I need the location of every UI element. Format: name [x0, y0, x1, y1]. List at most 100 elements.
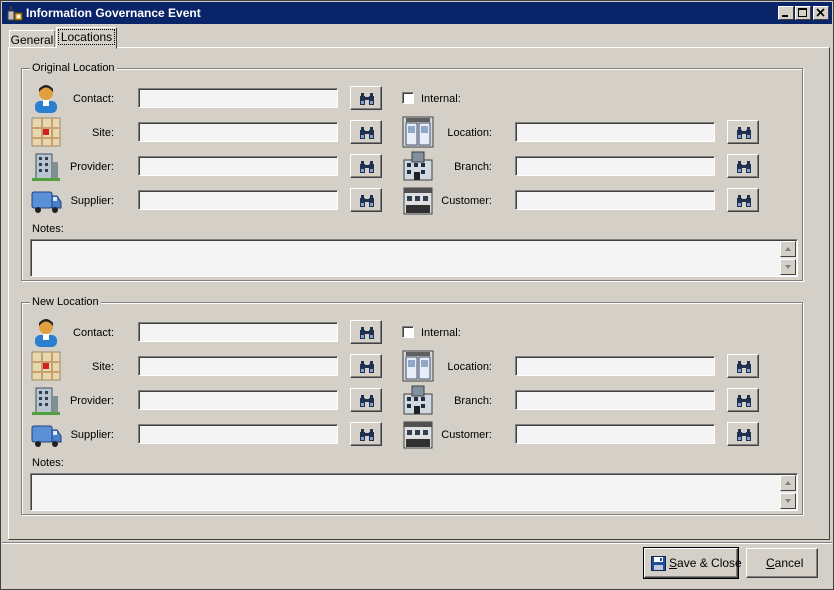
- new-customer-field[interactable]: [515, 424, 715, 444]
- arrow-down-icon: [785, 265, 791, 269]
- save-close-button[interactable]: Save & Close: [643, 547, 742, 579]
- binoculars-icon: [737, 195, 751, 207]
- new-location-field[interactable]: [515, 356, 715, 376]
- new-contact-label: Contact:: [73, 327, 114, 339]
- new-supplier-find-button[interactable]: [350, 422, 382, 446]
- new-internal-checkbox[interactable]: [402, 326, 414, 338]
- original-customer-field[interactable]: [515, 190, 715, 210]
- new-site-find-button[interactable]: [350, 354, 382, 378]
- new-provider-field[interactable]: [138, 390, 338, 410]
- new-customer-find-button[interactable]: [727, 422, 759, 446]
- maximize-button[interactable]: [795, 6, 811, 20]
- binoculars-icon: [360, 429, 374, 441]
- app-icon: [7, 6, 23, 21]
- original-location-group: Original Location Contact: Internal: Sit…: [21, 62, 803, 281]
- cancel-button[interactable]: Cancel: [746, 548, 818, 578]
- new-branch-label: Branch:: [454, 395, 492, 407]
- window-title: Information Governance Event: [26, 6, 201, 20]
- binoculars-icon: [737, 429, 751, 441]
- original-contact-field[interactable]: [138, 88, 338, 108]
- original-branch-label: Branch:: [454, 161, 492, 173]
- office-icon: [403, 385, 433, 415]
- new-notes-label: Notes:: [32, 457, 64, 469]
- original-branch-field[interactable]: [515, 156, 715, 176]
- new-branch-field[interactable]: [515, 390, 715, 410]
- new-provider-label: Provider:: [69, 395, 114, 407]
- original-provider-field[interactable]: [138, 156, 338, 176]
- new-notes-scrollbar[interactable]: [780, 475, 796, 509]
- original-site-find-button[interactable]: [350, 120, 382, 144]
- close-icon: [816, 8, 825, 17]
- storefront-icon: [403, 187, 433, 215]
- new-contact-field[interactable]: [138, 322, 338, 342]
- minimize-button[interactable]: [778, 6, 794, 20]
- original-contact-label: Contact:: [73, 93, 114, 105]
- original-supplier-label: Supplier:: [70, 195, 114, 207]
- original-contact-find-button[interactable]: [350, 86, 382, 110]
- footer-separator: [2, 542, 832, 544]
- new-location-legend: New Location: [30, 296, 101, 308]
- new-notes-textarea[interactable]: [30, 473, 798, 511]
- doors-icon: [402, 350, 434, 382]
- new-site-field[interactable]: [138, 356, 338, 376]
- cancel-label: Cancel: [766, 556, 804, 570]
- binoculars-icon: [360, 93, 374, 105]
- binoculars-icon: [737, 127, 751, 139]
- new-contact-find-button[interactable]: [350, 320, 382, 344]
- title-bar[interactable]: Information Governance Event: [2, 2, 832, 24]
- tab-general-label: General: [10, 33, 54, 47]
- scroll-down-button[interactable]: [780, 259, 796, 275]
- locations-panel: Original Location Contact: Internal: Sit…: [8, 47, 830, 540]
- binoculars-icon: [360, 161, 374, 173]
- binoculars-icon: [360, 127, 374, 139]
- tab-general[interactable]: General: [9, 30, 55, 48]
- tab-locations[interactable]: Locations: [56, 27, 117, 49]
- scroll-up-button[interactable]: [780, 475, 796, 491]
- new-location-group: New Location Contact: Internal: Site: Lo…: [21, 296, 803, 515]
- storefront-icon: [403, 421, 433, 449]
- dialog-window: Information Governance Event General Loc…: [0, 0, 834, 590]
- minimize-icon: [782, 15, 788, 17]
- original-provider-label: Provider:: [69, 161, 114, 173]
- new-customer-label: Customer:: [441, 429, 492, 441]
- original-location-find-button[interactable]: [727, 120, 759, 144]
- original-customer-label: Customer:: [441, 195, 492, 207]
- scroll-up-button[interactable]: [780, 241, 796, 257]
- original-notes-label: Notes:: [32, 223, 64, 235]
- scroll-down-button[interactable]: [780, 493, 796, 509]
- floppy-disk-icon: [651, 556, 666, 571]
- binoculars-icon: [737, 161, 751, 173]
- binoculars-icon: [360, 395, 374, 407]
- arrow-up-icon: [785, 481, 791, 485]
- new-supplier-field[interactable]: [138, 424, 338, 444]
- binoculars-icon: [360, 195, 374, 207]
- new-branch-find-button[interactable]: [727, 388, 759, 412]
- binoculars-icon: [360, 327, 374, 339]
- original-location-field[interactable]: [515, 122, 715, 142]
- arrow-up-icon: [785, 247, 791, 251]
- new-location-find-button[interactable]: [727, 354, 759, 378]
- binoculars-icon: [737, 361, 751, 373]
- original-notes-textarea[interactable]: [30, 239, 798, 277]
- original-customer-find-button[interactable]: [727, 188, 759, 212]
- original-supplier-find-button[interactable]: [350, 188, 382, 212]
- original-notes-scrollbar[interactable]: [780, 241, 796, 275]
- original-site-label: Site:: [91, 127, 114, 139]
- original-branch-find-button[interactable]: [727, 154, 759, 178]
- new-location-label: Location:: [447, 361, 492, 373]
- original-supplier-field[interactable]: [138, 190, 338, 210]
- original-internal-checkbox[interactable]: [402, 92, 414, 104]
- original-provider-find-button[interactable]: [350, 154, 382, 178]
- maximize-icon: [798, 8, 807, 17]
- original-location-legend: Original Location: [30, 62, 117, 74]
- binoculars-icon: [737, 395, 751, 407]
- arrow-down-icon: [785, 499, 791, 503]
- new-provider-find-button[interactable]: [350, 388, 382, 412]
- new-site-label: Site:: [91, 361, 114, 373]
- binoculars-icon: [360, 361, 374, 373]
- original-site-field[interactable]: [138, 122, 338, 142]
- save-close-label: Save & Close: [669, 556, 742, 570]
- close-button[interactable]: [813, 6, 829, 20]
- new-internal-label: Internal:: [421, 327, 461, 339]
- tab-locations-label: Locations: [57, 29, 116, 45]
